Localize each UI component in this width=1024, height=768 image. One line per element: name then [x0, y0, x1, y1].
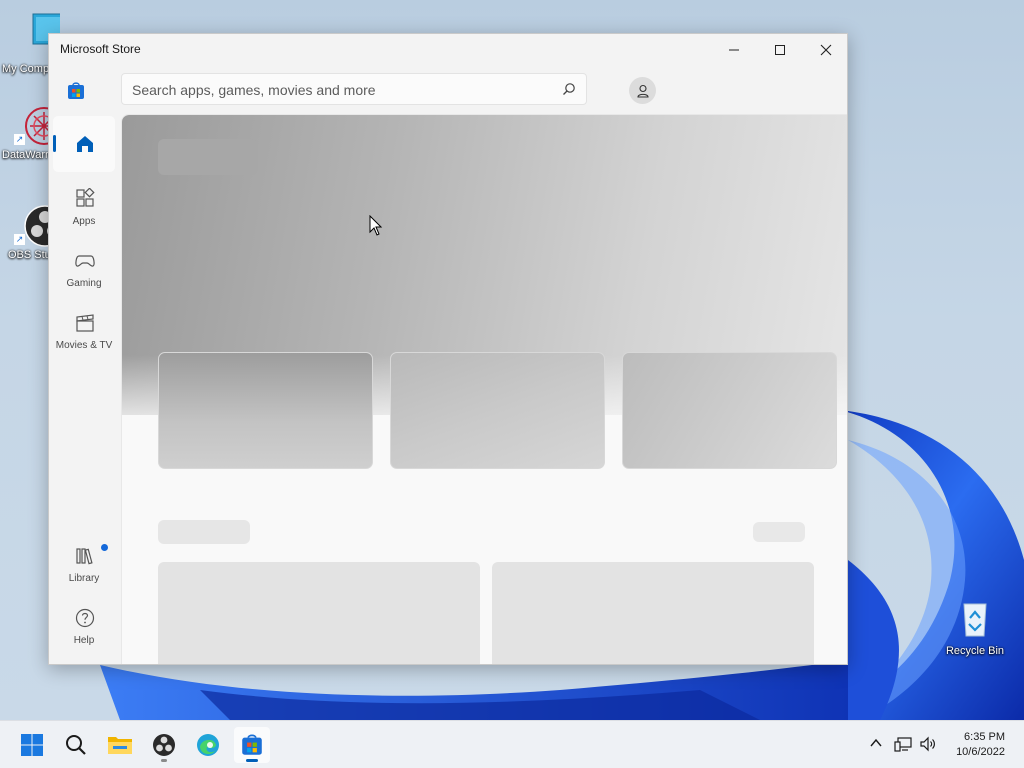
- taskbar-edge[interactable]: [190, 727, 226, 763]
- running-indicator: [161, 759, 167, 762]
- library-icon: [76, 548, 93, 565]
- title-bar[interactable]: Microsoft Store: [49, 34, 847, 66]
- edge-icon: [197, 734, 219, 756]
- search-input[interactable]: Search apps, games, movies and more: [121, 73, 587, 105]
- nav-item-label: Movies & TV: [55, 340, 113, 351]
- taskbar-microsoft-store[interactable]: [234, 727, 270, 763]
- home-icon: [77, 136, 93, 152]
- home-content: [121, 114, 847, 664]
- store-logo-icon: [68, 82, 84, 99]
- store-icon: [242, 734, 262, 755]
- clock-time: 6:35 PM: [964, 731, 1005, 743]
- clock[interactable]: 6:35 PM 10/6/2022: [956, 730, 1005, 760]
- shortcut-arrow-icon: ↗: [14, 134, 25, 145]
- nav-item-apps[interactable]: Apps: [53, 178, 115, 234]
- featured-card-placeholder[interactable]: [622, 352, 837, 469]
- store-window: Microsoft Store Search apps, games, movi…: [48, 33, 848, 665]
- nav-item-home[interactable]: [53, 116, 115, 172]
- taskbar: 6:35 PM 10/6/2022: [0, 720, 1024, 768]
- obs-icon: [153, 734, 175, 756]
- nav-item-label: Apps: [72, 216, 96, 227]
- sidebar-nav: Apps Gaming Movies & TV Library Help: [49, 114, 121, 664]
- active-indicator: [53, 135, 56, 152]
- search-button[interactable]: [58, 727, 94, 763]
- person-icon: [636, 84, 649, 98]
- hero-title-placeholder: [158, 139, 258, 175]
- nav-item-gaming[interactable]: Gaming: [53, 240, 115, 296]
- see-all-placeholder: [753, 522, 805, 542]
- desktop-icon-recycle-bin[interactable]: Recycle Bin: [937, 598, 1013, 657]
- apps-icon: [76, 188, 95, 207]
- featured-card-placeholder[interactable]: [390, 352, 605, 469]
- nav-item-label: Help: [73, 635, 95, 646]
- nav-item-help[interactable]: Help: [53, 597, 115, 653]
- nav-item-label: Gaming: [66, 278, 102, 289]
- volume-icon[interactable]: [919, 736, 937, 752]
- clock-date: 10/6/2022: [956, 746, 1005, 758]
- clapperboard-icon: [76, 314, 94, 332]
- section-title-placeholder: [158, 520, 250, 544]
- nav-item-label: Library: [68, 573, 100, 584]
- help-icon: [75, 608, 95, 628]
- taskbar-obs-studio[interactable]: [146, 727, 182, 763]
- desktop-icon-label: Recycle Bin: [945, 645, 1005, 657]
- window-title: Microsoft Store: [60, 42, 141, 56]
- gamepad-icon: [75, 255, 95, 267]
- mouse-pointer-icon: [369, 215, 383, 236]
- recycle-bin-icon: [963, 603, 987, 637]
- search-icon[interactable]: [562, 82, 576, 96]
- chevron-up-icon[interactable]: [869, 736, 883, 750]
- search-placeholder: Search apps, games, movies and more: [132, 82, 376, 98]
- update-badge: [101, 544, 108, 551]
- windows-logo-icon: [21, 734, 43, 756]
- active-app-indicator: [246, 759, 258, 762]
- featured-card-placeholder[interactable]: [158, 352, 373, 469]
- search-icon: [66, 735, 86, 755]
- shortcut-arrow-icon: ↗: [14, 234, 25, 245]
- nav-item-movies-tv[interactable]: Movies & TV: [53, 302, 115, 358]
- maximize-button[interactable]: [757, 34, 803, 66]
- start-button[interactable]: [14, 727, 50, 763]
- nav-item-library[interactable]: Library: [53, 535, 115, 591]
- minimize-button[interactable]: [711, 34, 757, 66]
- maximize-icon: [775, 45, 785, 55]
- close-button[interactable]: [803, 34, 847, 66]
- network-icon[interactable]: [894, 736, 912, 752]
- close-icon: [820, 44, 832, 56]
- taskbar-file-explorer[interactable]: [102, 727, 138, 763]
- collection-card-placeholder[interactable]: [158, 562, 480, 664]
- account-button[interactable]: [629, 77, 656, 104]
- folder-icon: [108, 737, 132, 754]
- minimize-icon: [729, 49, 739, 51]
- collection-card-placeholder[interactable]: [492, 562, 814, 664]
